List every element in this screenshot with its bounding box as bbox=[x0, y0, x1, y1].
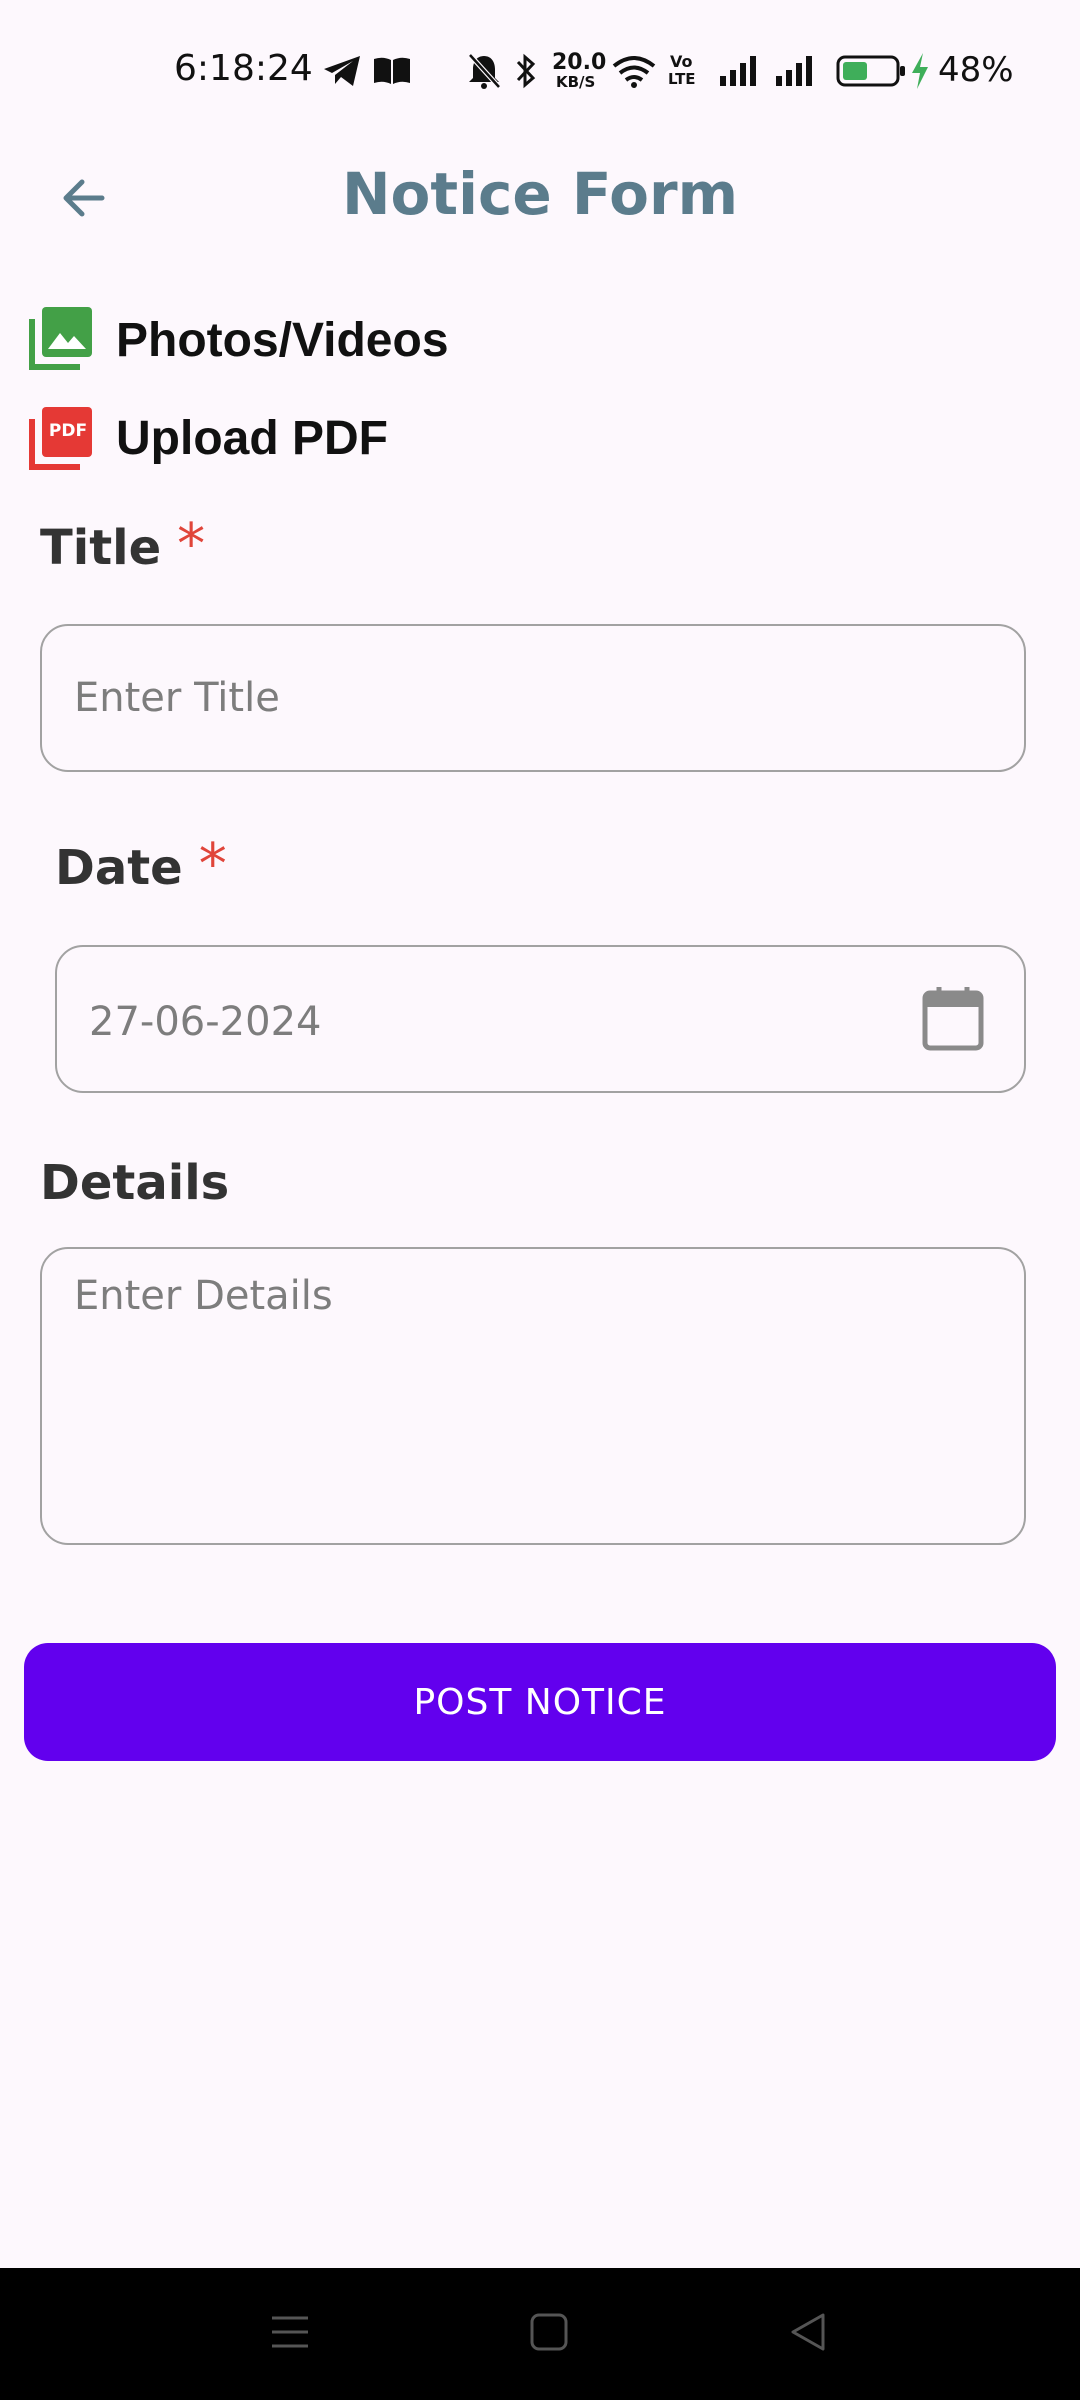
wifi-icon bbox=[612, 54, 656, 93]
telegram-icon bbox=[322, 54, 362, 93]
date-value: 27-06-2024 bbox=[89, 999, 322, 1045]
pdf-icon: PDF bbox=[28, 405, 94, 471]
title-required-mark: * bbox=[177, 512, 206, 577]
mute-bell-icon bbox=[466, 52, 502, 95]
details-field-label: Details bbox=[40, 1155, 230, 1211]
date-field-label: Date * bbox=[55, 832, 227, 905]
page-title: Notice Form bbox=[341, 160, 739, 228]
post-notice-button[interactable]: POST NOTICE bbox=[24, 1643, 1056, 1761]
app-bar: Notice Form bbox=[0, 140, 1080, 250]
title-input[interactable] bbox=[42, 626, 1024, 770]
battery-percent: 48% bbox=[938, 50, 1014, 90]
status-bar: 6:18:24 20.0 KB/S Vo LTE 48% bbox=[0, 0, 1080, 140]
title-label-text: Title bbox=[40, 520, 162, 576]
title-input-box bbox=[40, 624, 1026, 772]
calendar-icon[interactable] bbox=[922, 985, 984, 1056]
signal-2-icon bbox=[774, 54, 818, 93]
navigation-bar bbox=[0, 2268, 1080, 2400]
home-button[interactable] bbox=[509, 2298, 589, 2370]
net-speed-value: 20.0 bbox=[552, 50, 607, 75]
volte-label-bottom: LTE bbox=[668, 70, 696, 88]
back-triangle-icon bbox=[788, 2312, 828, 2357]
photo-gallery-icon bbox=[28, 305, 94, 376]
photos-videos-button[interactable]: Photos/Videos bbox=[28, 305, 449, 376]
home-square-icon bbox=[529, 2312, 569, 2357]
signal-1-icon bbox=[718, 54, 762, 93]
book-icon bbox=[372, 56, 412, 91]
upload-pdf-button[interactable]: PDF Upload PDF bbox=[28, 405, 388, 471]
bluetooth-icon bbox=[514, 52, 538, 95]
menu-icon bbox=[270, 2312, 310, 2357]
status-time: 6:18:24 bbox=[174, 48, 313, 89]
details-input-box bbox=[40, 1247, 1026, 1545]
charging-bolt-icon bbox=[910, 52, 930, 95]
battery-icon bbox=[836, 54, 908, 93]
post-notice-label: POST NOTICE bbox=[413, 1681, 667, 1723]
date-label-text: Date bbox=[55, 840, 183, 896]
title-field-label: Title * bbox=[40, 512, 205, 585]
pdf-icon-text: PDF bbox=[48, 421, 88, 441]
details-input[interactable] bbox=[42, 1249, 1024, 1543]
upload-pdf-label: Upload PDF bbox=[116, 411, 388, 465]
back-nav-button[interactable] bbox=[768, 2298, 848, 2370]
net-speed-unit: KB/S bbox=[556, 73, 596, 91]
date-required-mark: * bbox=[198, 832, 227, 897]
date-input-box[interactable]: 27-06-2024 bbox=[55, 945, 1026, 1093]
recent-apps-button[interactable] bbox=[250, 2298, 330, 2370]
photos-videos-label: Photos/Videos bbox=[116, 314, 449, 367]
volte-label-top: Vo bbox=[670, 52, 693, 71]
